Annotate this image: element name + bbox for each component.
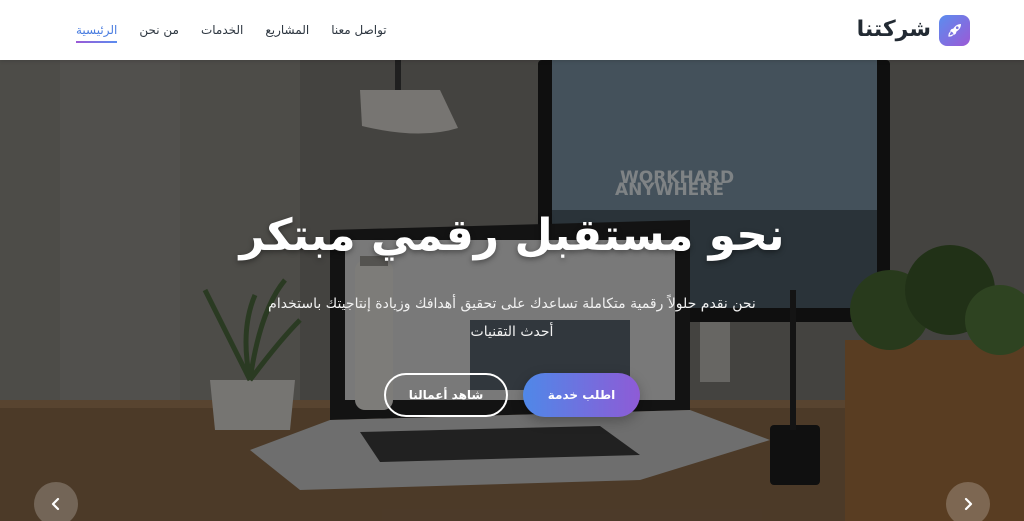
chevron-left-icon bbox=[51, 497, 60, 511]
navbar: شركتنا الرئيسية من نحن الخدمات المشاريع … bbox=[0, 0, 1024, 60]
carousel-next-button[interactable] bbox=[946, 482, 990, 521]
request-service-button[interactable]: اطلب خدمة bbox=[523, 373, 640, 417]
hero-title: نحو مستقبل رقمي مبتكر bbox=[239, 210, 785, 261]
view-work-button[interactable]: شاهد أعمالنا bbox=[384, 373, 508, 417]
nav-item-about[interactable]: من نحن bbox=[139, 18, 179, 42]
hero-subtitle: نحن نقدم حلولاً رقمية متكاملة تساعدك على… bbox=[268, 296, 756, 340]
nav-item-services[interactable]: الخدمات bbox=[201, 18, 243, 42]
brand-name: شركتنا bbox=[856, 17, 931, 42]
main-nav: الرئيسية من نحن الخدمات المشاريع تواصل م… bbox=[76, 18, 387, 43]
nav-item-projects[interactable]: المشاريع bbox=[265, 18, 309, 42]
nav-item-home[interactable]: الرئيسية bbox=[76, 18, 118, 43]
hero-section: WORKHARD ANYWHERE نحو مستقبل رقمي مبتكر … bbox=[0, 60, 1024, 521]
carousel-prev-button[interactable] bbox=[34, 482, 78, 521]
chevron-right-icon bbox=[964, 497, 973, 511]
brand[interactable]: شركتنا bbox=[856, 14, 970, 46]
rocket-icon bbox=[939, 14, 970, 46]
nav-item-contact[interactable]: تواصل معنا bbox=[331, 18, 386, 42]
